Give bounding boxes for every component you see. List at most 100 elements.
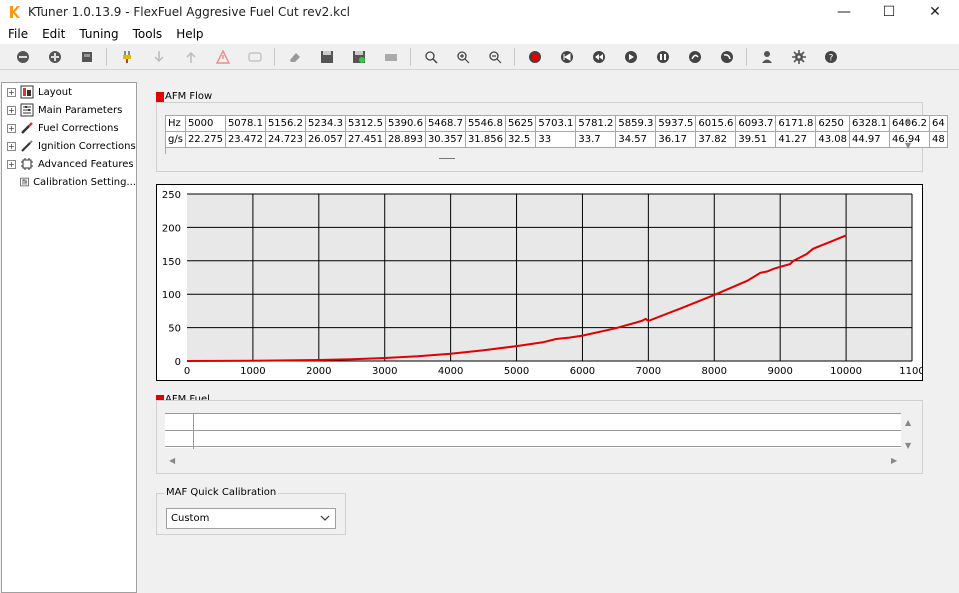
- expand-icon[interactable]: +: [7, 141, 16, 151]
- menu-file[interactable]: File: [2, 27, 34, 41]
- table-cell[interactable]: 28.893: [384, 131, 426, 148]
- table-cell[interactable]: 33: [535, 131, 577, 148]
- expand-icon[interactable]: +: [7, 123, 16, 133]
- menu-edit[interactable]: Edit: [36, 27, 71, 41]
- maf-calibration-select[interactable]: Custom: [166, 508, 336, 529]
- scroll-down-icon[interactable]: ▼: [905, 141, 911, 150]
- play-button[interactable]: [622, 48, 640, 66]
- table-cell[interactable]: 5312.5: [344, 115, 386, 132]
- table-cell[interactable]: 6328.1: [849, 115, 891, 132]
- pause-button[interactable]: [654, 48, 672, 66]
- table-cell[interactable]: 31.856: [464, 131, 506, 148]
- table-cell[interactable]: 5156.2: [264, 115, 306, 132]
- table-cell[interactable]: 43.08: [815, 131, 851, 148]
- table-cell[interactable]: 41.27: [775, 131, 817, 148]
- table-cell[interactable]: 5234.3: [304, 115, 346, 132]
- zoom-button[interactable]: [422, 48, 440, 66]
- user-button[interactable]: [758, 48, 776, 66]
- table-cell[interactable]: 5000: [184, 115, 226, 132]
- table-cell[interactable]: 26.057: [304, 131, 346, 148]
- table-cell[interactable]: 64: [929, 115, 948, 132]
- table-cell[interactable]: 5546.8: [464, 115, 506, 132]
- x-tick-label: 8000: [702, 366, 727, 377]
- resize-handle[interactable]: [439, 158, 455, 159]
- chip-button[interactable]: [78, 48, 96, 66]
- table-cell[interactable]: 5390.6: [384, 115, 426, 132]
- rewind-button[interactable]: [558, 48, 576, 66]
- record-button[interactable]: [526, 48, 544, 66]
- upload-button[interactable]: [182, 48, 200, 66]
- expand-icon[interactable]: +: [7, 87, 16, 97]
- table-cell[interactable]: 5625: [504, 115, 537, 132]
- warning-button[interactable]: [214, 48, 232, 66]
- scroll-right-icon[interactable]: ▶: [891, 456, 897, 465]
- device-button[interactable]: [382, 48, 400, 66]
- menu-tuning[interactable]: Tuning: [73, 27, 124, 41]
- tree-item-fuel-corrections[interactable]: + Fuel Corrections: [2, 119, 136, 137]
- table-cell[interactable]: 5703.1: [535, 115, 577, 132]
- expand-icon[interactable]: +: [7, 159, 16, 169]
- rewind-icon: [561, 51, 573, 63]
- disconnect-button[interactable]: [14, 48, 32, 66]
- forward-button[interactable]: [718, 48, 736, 66]
- menu-help[interactable]: Help: [170, 27, 209, 41]
- tree-item-label: Calibration Setting...: [33, 176, 136, 188]
- table-cell[interactable]: 6171.8: [775, 115, 817, 132]
- minimize-button[interactable]: —: [821, 0, 867, 24]
- step-back-button[interactable]: [590, 48, 608, 66]
- tree-item-ignition-corrections[interactable]: + Ignition Corrections: [2, 137, 136, 155]
- table-row: g/s 22.275 23.472 24.723 26.057 27.451 28.893 3…: [165, 131, 948, 148]
- zoom-in-button[interactable]: [454, 48, 472, 66]
- table-cell[interactable]: 39.51: [735, 131, 777, 148]
- close-button[interactable]: ✕: [912, 0, 958, 24]
- download-button[interactable]: [150, 48, 168, 66]
- table-cell[interactable]: 23.472: [224, 131, 266, 148]
- scroll-up-icon[interactable]: ▲: [905, 418, 911, 427]
- table-cell[interactable]: 5468.7: [424, 115, 466, 132]
- table-cell[interactable]: 5859.3: [615, 115, 657, 132]
- table-cell[interactable]: 37.82: [695, 131, 737, 148]
- table-cell[interactable]: 33.7: [575, 131, 617, 148]
- plug-button[interactable]: [118, 48, 136, 66]
- zoom-out-button[interactable]: [486, 48, 504, 66]
- tree-item-advanced-features[interactable]: + Advanced Features: [2, 155, 136, 173]
- table-cell[interactable]: 27.451: [344, 131, 386, 148]
- row-header: g/s: [165, 131, 186, 148]
- table-cell[interactable]: 6015.6: [695, 115, 737, 132]
- menu-tools[interactable]: Tools: [127, 27, 169, 41]
- save-green-button[interactable]: [350, 48, 368, 66]
- table-cell[interactable]: 36.17: [655, 131, 697, 148]
- connect-button[interactable]: [46, 48, 64, 66]
- table-cell[interactable]: 5078.1: [224, 115, 266, 132]
- tree-item-main-parameters[interactable]: + Main Parameters: [2, 101, 136, 119]
- step-forward-button[interactable]: [686, 48, 704, 66]
- tree-item-label: Layout: [38, 86, 72, 98]
- table-cell[interactable]: 48: [929, 131, 948, 148]
- expand-icon[interactable]: +: [7, 105, 16, 115]
- main-content: AFM Flow Hz 5000 5078.1 5156.2 5234.3 5312.5 5…: [138, 70, 959, 593]
- table-cell[interactable]: 6250: [815, 115, 851, 132]
- settings-button[interactable]: [790, 48, 808, 66]
- table-cell[interactable]: 24.723: [264, 131, 306, 148]
- maximize-button[interactable]: ☐: [866, 0, 912, 24]
- zoom-icon: [425, 51, 438, 64]
- table-cell[interactable]: 5781.2: [575, 115, 617, 132]
- scroll-left-icon[interactable]: ◀: [169, 456, 175, 465]
- y-tick-label: 0: [175, 357, 181, 368]
- table-cell[interactable]: 30.357: [424, 131, 466, 148]
- table-cell[interactable]: 34.57: [615, 131, 657, 148]
- help-button[interactable]: ?: [822, 48, 840, 66]
- table-cell[interactable]: 32.5: [504, 131, 537, 148]
- table-cell[interactable]: 22.275: [184, 131, 226, 148]
- tree-item-calibration-settings[interactable]: Calibration Setting...: [2, 173, 136, 191]
- table-cell[interactable]: 5937.5: [655, 115, 697, 132]
- save-button[interactable]: [318, 48, 336, 66]
- tree-item-layout[interactable]: + Layout: [2, 83, 136, 101]
- y-tick-label: 150: [162, 257, 181, 268]
- screen-button[interactable]: [246, 48, 264, 66]
- table-cell[interactable]: 44.97: [849, 131, 891, 148]
- table-cell[interactable]: 6093.7: [735, 115, 777, 132]
- scroll-down-icon[interactable]: ▼: [905, 441, 911, 450]
- eraser-button[interactable]: [286, 48, 304, 66]
- scroll-up-icon[interactable]: ▲: [905, 116, 911, 125]
